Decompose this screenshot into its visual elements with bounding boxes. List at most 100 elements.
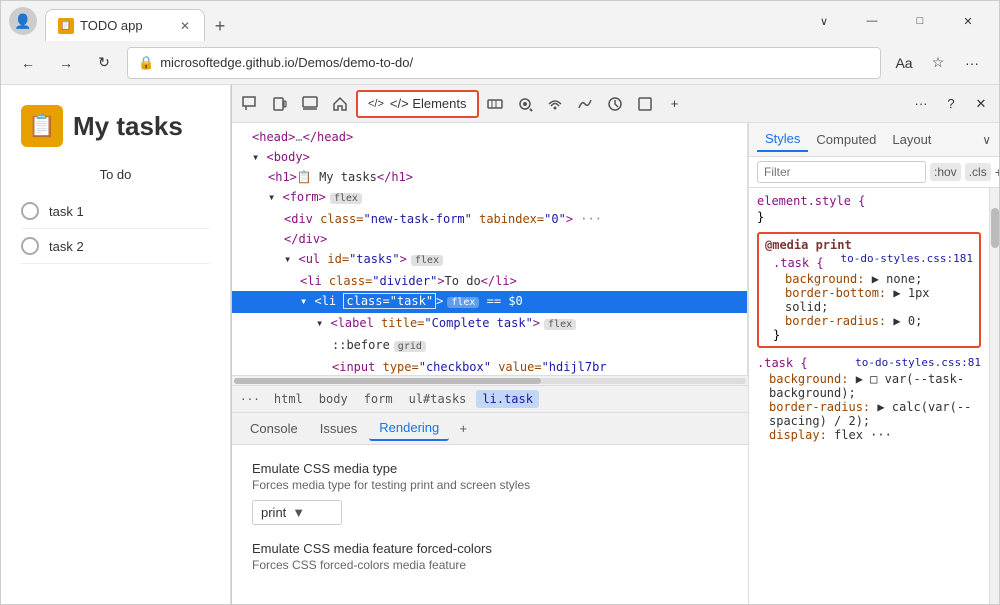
add-style-rule-button[interactable]: + [995,164,999,180]
tab-close-button[interactable]: ✕ [178,17,192,35]
html-line[interactable]: <li class="divider">To do</li> [232,271,747,291]
selected-html-line[interactable]: ▾ <li class="task">flex == $0 [232,291,747,313]
task-rule-inner: .task { background: ▶ none; border-botto… [765,256,973,342]
element-style-rule: element.style { } [757,194,981,224]
styles-filter-input[interactable] [757,161,926,183]
html-line[interactable]: <head>…</head> [232,127,747,147]
inspect-element-button[interactable] [236,90,264,118]
home-button[interactable] [326,90,354,118]
html-line[interactable]: </div> [232,229,747,249]
element-style-selector: element.style { [757,194,981,208]
add-tab-button[interactable]: + [451,417,475,441]
bottom-tab-bar: Console Issues Rendering + [232,413,748,445]
maximize-button[interactable]: □ [897,5,943,37]
app-title: My tasks [73,111,183,142]
elements-tab-label: </> Elements [390,96,467,111]
breadcrumb-html[interactable]: html [268,390,309,408]
more-tools-button[interactable]: ··· [907,90,935,118]
add-panel-button[interactable]: + [661,90,689,118]
media-type-sublabel: Forces media type for testing print and … [252,478,728,492]
performance-button[interactable] [571,90,599,118]
main-content-area: 📋 My tasks To do task 1 task 2 [1,85,999,604]
console-drawer-button[interactable] [296,90,324,118]
tab-elements[interactable]: </> </> Elements [356,90,479,118]
refresh-button[interactable]: ↻ [89,48,119,78]
tab-bar: 📋 TODO app ✕ + [45,1,789,41]
style-prop-border: border-bottom: ▶ 1px solid; [773,286,973,314]
read-aloud-button[interactable]: Aa [889,48,919,78]
media-type-value: print [261,505,286,520]
app-panel: 📋 My tasks To do task 1 task 2 [1,85,231,604]
media-print-source[interactable]: to-do-styles.css:181 [841,252,973,265]
url-text: microsoftedge.github.io/Demos/demo-to-do… [160,55,870,70]
memory-button[interactable] [601,90,629,118]
layers-button[interactable] [631,90,659,118]
task-rule-2-header: .task { to-do-styles.css:81 [757,356,981,372]
task-2-label: task 2 [49,239,84,254]
html-line[interactable]: ▾ <label title="Complete task">flex [232,313,747,335]
html-line[interactable]: ::beforegrid [232,335,747,357]
back-button[interactable]: ← [13,48,43,78]
pseudo-classes-button[interactable]: :hov [930,163,961,181]
styles-tab[interactable]: Styles [757,127,808,152]
task-1-checkbox[interactable] [21,202,39,220]
html-line[interactable]: <h1>📋 My tasks</h1> [232,167,747,187]
html-line[interactable]: <div class="new-task-form" tabindex="0">… [232,209,747,229]
profile-avatar[interactable]: 👤 [9,7,37,35]
app-icon: 📋 [21,105,63,147]
wifi-icon[interactable] [541,90,569,118]
minimize-button[interactable]: — [849,5,895,37]
styles-filter-bar: :hov .cls + ⊞ ⊟ [749,157,999,188]
close-devtools-button[interactable]: ✕ [967,90,995,118]
html-line[interactable]: ▾ <body> [232,147,747,167]
help-button[interactable]: ? [937,90,965,118]
more-options-button[interactable]: ··· [957,48,987,78]
devtools-toolbar: </> </> Elements [232,85,999,123]
window-controls: ∨ — □ ✕ [797,5,991,37]
html-line[interactable]: <input type="checkbox" value="hdijl7br [232,357,747,375]
issues-tab[interactable]: Issues [310,417,368,440]
collapse-button[interactable]: ∨ [801,5,847,37]
breadcrumb-body[interactable]: body [313,390,354,408]
section-label: To do [21,167,210,182]
styles-expand-button[interactable]: ∨ [982,133,991,147]
new-tab-button[interactable]: + [205,11,235,41]
cls-button[interactable]: .cls [965,163,991,181]
network-button[interactable] [481,90,509,118]
breadcrumb-li-task[interactable]: li.task [476,390,539,408]
rendering-tab[interactable]: Rendering [369,416,449,441]
styles-scroll-thumb[interactable] [991,208,999,248]
forced-colors-label: Emulate CSS media feature forced-colors [252,541,728,556]
breadcrumb-form[interactable]: form [358,390,399,408]
tab-title: TODO app [80,18,172,33]
tab-favicon: 📋 [58,18,74,34]
forward-button[interactable]: → [51,48,81,78]
layout-tab[interactable]: Layout [884,128,939,151]
device-emulation-button[interactable] [266,90,294,118]
sources-button[interactable] [511,90,539,118]
html-line[interactable]: ▾ <ul id="tasks">flex [232,249,747,271]
media-type-select-container: print ▼ [252,500,728,525]
html-line[interactable]: ▾ <form>flex [232,187,747,209]
breadcrumb-ul-tasks[interactable]: ul#tasks [403,390,473,408]
task-source-2[interactable]: to-do-styles.css:81 [855,356,981,372]
select-chevron-icon: ▼ [292,505,305,520]
styles-content: element.style { } @media print to-do-sty… [749,188,989,604]
devtools-panel: </> </> Elements [231,85,999,604]
active-tab[interactable]: 📋 TODO app ✕ [45,9,205,41]
media-type-select[interactable]: print ▼ [252,500,342,525]
style-prop-bg-2: background: ▶ □ var(--task-background); [757,372,981,400]
title-bar: 👤 📋 TODO app ✕ + ∨ — □ ✕ [1,1,999,41]
lock-icon: 🔒 [138,55,154,71]
navigation-bar: ← → ↻ 🔒 microsoftedge.github.io/Demos/de… [1,41,999,85]
address-bar[interactable]: 🔒 microsoftedge.github.io/Demos/demo-to-… [127,47,881,79]
task-1-label: task 1 [49,204,84,219]
console-tab[interactable]: Console [240,417,308,440]
favorites-button[interactable]: ☆ [923,48,953,78]
elements-html-panel: <head>…</head> ▾ <body> <h1>📋 My tasks</… [232,123,748,375]
task-2-checkbox[interactable] [21,237,39,255]
close-window-button[interactable]: ✕ [945,5,991,37]
task-selector-2: .task { [757,356,808,370]
styles-scrollbar[interactable] [989,188,999,604]
computed-tab[interactable]: Computed [808,128,884,151]
